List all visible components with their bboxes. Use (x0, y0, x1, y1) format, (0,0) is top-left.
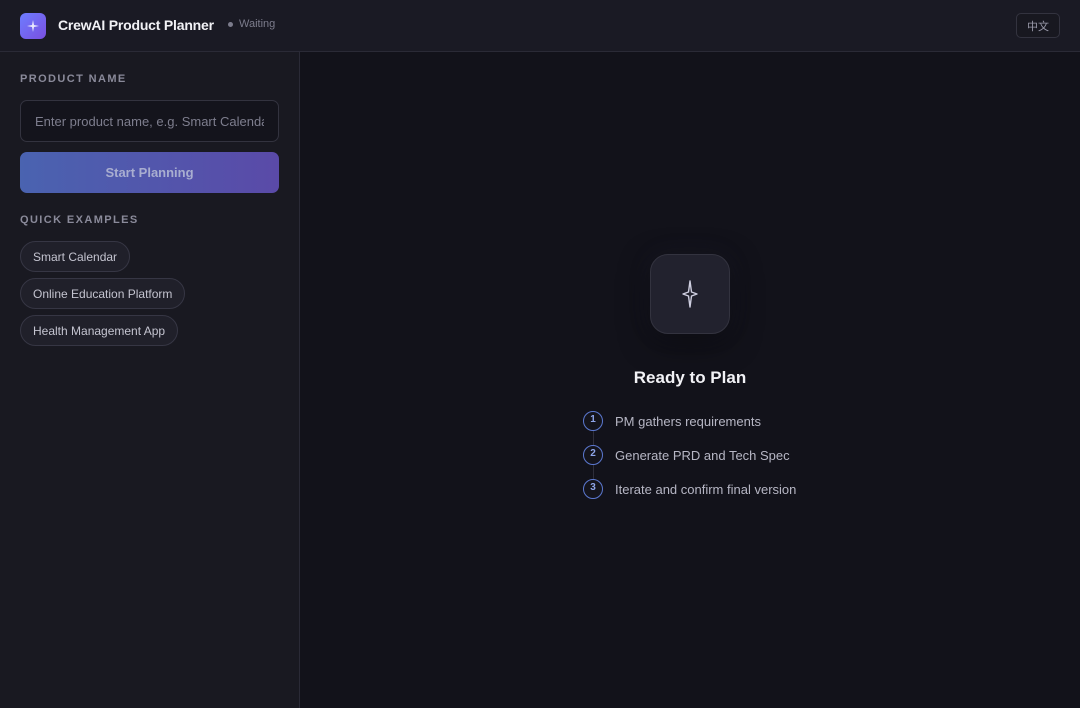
hero-icon-tile (650, 254, 730, 334)
product-name-label: PRODUCT NAME (20, 73, 127, 85)
step-item: 1 PM gathers requirements (583, 411, 796, 431)
sparkle-icon (27, 20, 39, 32)
step-number: 2 (583, 445, 603, 465)
steps-list: 1 PM gathers requirements 2 Generate PRD… (583, 411, 796, 499)
start-planning-button[interactable]: Start Planning (20, 152, 279, 193)
step-connector (593, 465, 594, 479)
main-panel: Ready to Plan 1 PM gathers requirements … (300, 52, 1080, 708)
app-logo (20, 13, 46, 39)
quick-examples-list: Smart Calendar Online Education Platform… (20, 241, 186, 346)
sparkle-icon (682, 280, 698, 308)
product-name-input[interactable] (20, 100, 279, 142)
step-connector (593, 431, 594, 445)
status-text: Waiting (239, 18, 276, 30)
step-item: 3 Iterate and confirm final version (583, 479, 796, 499)
step-text: PM gathers requirements (615, 413, 761, 429)
example-chip-health-management[interactable]: Health Management App (20, 315, 179, 346)
header-bar: CrewAI Product Planner Waiting 中文 (0, 0, 1080, 52)
step-item: 2 Generate PRD and Tech Spec (583, 445, 796, 465)
sidebar: PRODUCT NAME Start Planning QUICK EXAMPL… (0, 52, 300, 708)
example-chip-smart-calendar[interactable]: Smart Calendar (20, 241, 131, 272)
step-text: Generate PRD and Tech Spec (615, 447, 790, 463)
step-number: 3 (583, 479, 603, 499)
example-chip-online-education[interactable]: Online Education Platform (20, 278, 186, 309)
status-indicator: Waiting (228, 18, 275, 30)
step-text: Iterate and confirm final version (615, 481, 797, 497)
quick-examples-label: QUICK EXAMPLES (20, 214, 139, 226)
app-title: CrewAI Product Planner (58, 17, 214, 33)
language-toggle-button[interactable]: 中文 (1016, 13, 1060, 38)
ready-title: Ready to Plan (633, 368, 747, 387)
status-dot-icon (228, 21, 233, 27)
step-number: 1 (583, 411, 603, 431)
